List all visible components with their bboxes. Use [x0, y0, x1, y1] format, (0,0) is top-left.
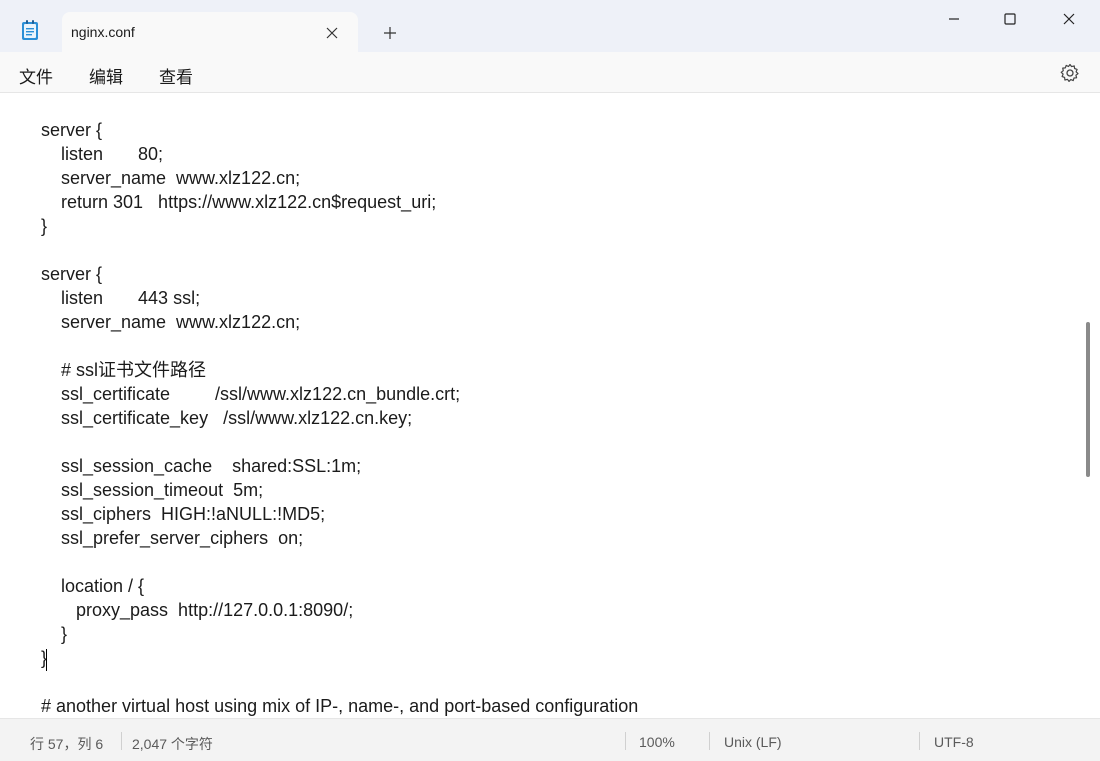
tab-nginx-conf[interactable]: nginx.conf: [62, 12, 358, 52]
status-divider: [709, 732, 710, 750]
code-line: ssl_certificate /ssl/www.xlz122.cn_bundl…: [41, 384, 461, 404]
code-line: ssl_ciphers HIGH:!aNULL:!MD5;: [41, 504, 326, 524]
code-line: ssl_prefer_server_ciphers on;: [41, 528, 304, 548]
code-line: listen 443 ssl;: [41, 288, 201, 308]
code-line: proxy_pass http://127.0.0.1:8090/;: [41, 600, 354, 620]
code-line: }: [41, 216, 48, 236]
code-line: server_name www.xlz122.cn;: [41, 312, 301, 332]
status-divider: [919, 732, 920, 750]
close-icon[interactable]: [322, 23, 342, 43]
code-line: # ssl证书文件路径: [41, 360, 207, 380]
encoding[interactable]: UTF-8: [934, 734, 974, 750]
menu-bar: 文件 编辑 查看: [0, 52, 1100, 93]
new-tab-button[interactable]: [378, 21, 402, 45]
code-line: server_name www.xlz122.cn;: [41, 168, 301, 188]
zoom-level[interactable]: 100%: [639, 734, 675, 750]
code-line: server {: [41, 120, 103, 140]
status-divider: [625, 732, 626, 750]
status-bar: 行 57，列 6 2,047 个字符 100% Unix (LF) UTF-8: [0, 718, 1100, 761]
status-divider: [121, 732, 122, 750]
close-window-button[interactable]: [1046, 4, 1092, 34]
cursor-position: 行 57，列 6: [30, 736, 104, 752]
minimize-button[interactable]: [931, 4, 977, 34]
maximize-button[interactable]: [987, 4, 1033, 34]
minimize-icon: [949, 18, 959, 20]
code-line: return 301 https://www.xlz122.cn$request…: [41, 192, 437, 212]
title-bar: nginx.conf: [0, 0, 1100, 52]
line-ending[interactable]: Unix (LF): [724, 734, 782, 750]
code-line: # another virtual host using mix of IP-,…: [41, 696, 639, 716]
plus-icon: [384, 27, 396, 39]
text-editor[interactable]: server { listen 80; server_name www.xlz1…: [0, 93, 1100, 718]
code-line: location / {: [41, 576, 145, 596]
text-caret: [46, 649, 47, 671]
tab-title: nginx.conf: [71, 24, 135, 40]
menu-edit[interactable]: 编辑: [89, 63, 123, 88]
menu-file[interactable]: 文件: [19, 63, 53, 88]
code-line: ssl_session_cache shared:SSL:1m;: [41, 456, 362, 476]
code-line: ssl_session_timeout 5m;: [41, 480, 264, 500]
notepad-icon: [21, 19, 39, 41]
close-icon: [1063, 13, 1075, 25]
gear-icon: [1060, 63, 1079, 82]
code-line: listen 80;: [41, 144, 164, 164]
code-line: }: [41, 624, 68, 644]
code-line: ssl_certificate_key /ssl/www.xlz122.cn.k…: [41, 408, 413, 428]
maximize-icon: [1004, 13, 1016, 25]
menu-view[interactable]: 查看: [159, 63, 193, 88]
code-line: server {: [41, 264, 103, 284]
character-count: 2,047 个字符: [132, 736, 213, 752]
settings-button[interactable]: [1058, 61, 1082, 85]
vertical-scrollbar[interactable]: [1086, 322, 1090, 477]
